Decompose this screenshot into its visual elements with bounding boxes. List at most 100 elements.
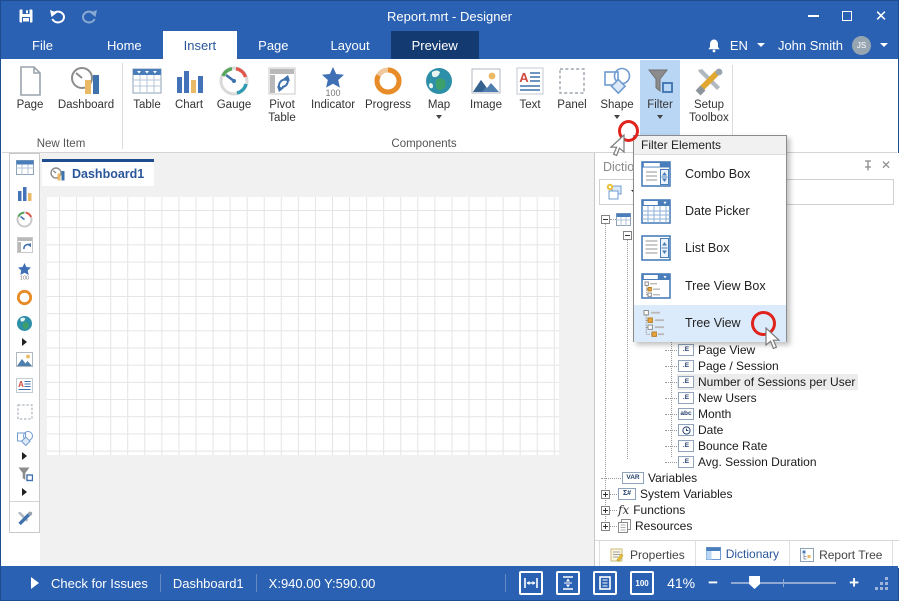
tree-item-field[interactable]: .EPage / Session bbox=[665, 358, 782, 374]
insert-text-button[interactable]: A Text bbox=[510, 60, 550, 136]
menu-item-date-picker[interactable]: Date Picker bbox=[634, 192, 786, 229]
sidebar-progress-button[interactable] bbox=[10, 284, 39, 310]
tree-item-functions[interactable]: fxFunctions bbox=[601, 502, 688, 518]
panel-close-icon[interactable]: ✕ bbox=[881, 158, 891, 172]
insert-filter-button[interactable]: Filter bbox=[640, 60, 680, 136]
close-button[interactable]: ✕ bbox=[864, 1, 898, 31]
tree-item-field[interactable]: .EBounce Rate bbox=[665, 438, 770, 454]
minimize-button[interactable] bbox=[796, 1, 830, 31]
tab-layout[interactable]: Layout bbox=[310, 31, 391, 59]
tree-item-field[interactable]: .EPage View bbox=[665, 342, 758, 358]
new-page-button[interactable]: Page bbox=[7, 60, 53, 136]
check-for-issues-button[interactable]: Check for Issues bbox=[51, 576, 148, 591]
sidebar-flyout-arrow-icon[interactable] bbox=[22, 452, 27, 460]
new-dashboard-button[interactable]: Dashboard bbox=[53, 60, 119, 136]
tree-item-field[interactable]: Date bbox=[665, 422, 726, 438]
menu-item-list-box[interactable]: List Box bbox=[634, 230, 786, 267]
tree-item-field[interactable]: .ENew Users bbox=[665, 390, 760, 406]
sidebar-text-button[interactable]: A bbox=[10, 373, 39, 399]
sidebar-indicator-button[interactable]: 100 bbox=[10, 258, 39, 284]
collapse-expander-icon[interactable] bbox=[623, 231, 632, 240]
status-page-name[interactable]: Dashboard1 bbox=[173, 576, 244, 591]
insert-map-button[interactable]: Map bbox=[416, 60, 462, 136]
undo-icon[interactable] bbox=[49, 8, 66, 24]
sidebar-image-button[interactable] bbox=[10, 347, 39, 373]
language-selector[interactable]: EN bbox=[730, 38, 748, 53]
zoom-whole-page-button[interactable] bbox=[593, 571, 617, 595]
insert-chart-button[interactable]: Chart bbox=[168, 60, 210, 136]
insert-panel-button[interactable]: Panel bbox=[550, 60, 594, 136]
tree-item-variables[interactable]: VARVariables bbox=[601, 470, 700, 486]
expand-expander-icon[interactable] bbox=[601, 490, 610, 499]
insert-indicator-button[interactable]: 100 Indicator bbox=[306, 60, 360, 136]
tab-report-tree[interactable]: Report Tree bbox=[790, 541, 893, 568]
resize-grip[interactable] bbox=[874, 576, 888, 590]
zoom-slider-tick bbox=[783, 579, 784, 587]
designer-window: Report.mrt - Designer ✕ File Home Insert… bbox=[0, 0, 899, 601]
filter-dropdown-arrow-icon[interactable] bbox=[657, 115, 663, 119]
number-field-icon: .E bbox=[678, 392, 694, 404]
collapse-expander-icon[interactable] bbox=[601, 215, 610, 224]
expand-expander-icon[interactable] bbox=[601, 522, 610, 531]
pin-icon[interactable] bbox=[863, 160, 873, 171]
tree-item-table[interactable] bbox=[623, 227, 632, 243]
notifications-bell-icon[interactable] bbox=[707, 38, 721, 53]
zoom-in-button[interactable]: + bbox=[849, 573, 859, 593]
sidebar-filter-button[interactable] bbox=[10, 461, 39, 487]
menu-item-tree-view-box[interactable]: Tree View Box bbox=[634, 267, 786, 304]
menu-item-combo-box[interactable]: Combo Box bbox=[634, 155, 786, 192]
save-icon[interactable] bbox=[18, 8, 34, 24]
user-avatar[interactable]: JS bbox=[852, 36, 871, 55]
sidebar-setup-toolbox-button[interactable] bbox=[10, 506, 39, 532]
expand-expander-icon[interactable] bbox=[601, 506, 610, 515]
dashboard-tab[interactable]: Dashboard1 bbox=[42, 159, 154, 186]
zoom-page-width-button[interactable] bbox=[519, 571, 543, 595]
tree-item-field-selected[interactable]: .ENumber of Sessions per User bbox=[665, 374, 858, 390]
sidebar-panel-button[interactable] bbox=[10, 399, 39, 425]
tab-home[interactable]: Home bbox=[86, 31, 163, 59]
new-item-icon[interactable] bbox=[605, 183, 625, 201]
maximize-button[interactable] bbox=[830, 1, 864, 31]
text-icon: A bbox=[516, 67, 544, 95]
sidebar-gauge-button[interactable] bbox=[10, 206, 39, 232]
tab-properties[interactable]: Properties bbox=[599, 541, 696, 568]
zoom-100-button[interactable]: 100 bbox=[630, 571, 654, 595]
zoom-slider-thumb[interactable] bbox=[749, 576, 760, 589]
sidebar-shape-button[interactable] bbox=[10, 425, 39, 451]
tab-preview[interactable]: Preview bbox=[391, 31, 479, 59]
tree-item-datasource[interactable] bbox=[601, 211, 631, 227]
setup-toolbox-button[interactable]: Setup Toolbox bbox=[680, 60, 738, 136]
insert-gauge-button[interactable]: Gauge bbox=[210, 60, 258, 136]
tree-item-resources[interactable]: Resources bbox=[601, 518, 695, 534]
check-issues-play-icon[interactable] bbox=[31, 577, 39, 589]
tab-file[interactable]: File bbox=[11, 31, 74, 59]
user-name[interactable]: John Smith bbox=[778, 38, 843, 53]
redo-icon[interactable] bbox=[81, 8, 98, 24]
tab-dictionary[interactable]: Dictionary bbox=[696, 541, 790, 568]
design-canvas: Dashboard1 bbox=[40, 153, 594, 568]
tab-page[interactable]: Page bbox=[237, 31, 309, 59]
insert-pivot-table-button[interactable]: Pivot Table bbox=[258, 60, 306, 136]
tree-item-field[interactable]: abcMonth bbox=[665, 406, 734, 422]
sidebar-map-button[interactable] bbox=[10, 310, 39, 336]
sidebar-pivot-table-button[interactable] bbox=[10, 232, 39, 258]
map-dropdown-arrow-icon[interactable] bbox=[436, 115, 442, 119]
insert-progress-button[interactable]: Progress bbox=[360, 60, 416, 136]
sidebar-flyout-arrow-icon[interactable] bbox=[22, 488, 27, 496]
tree-item-field[interactable]: .EAvg. Session Duration bbox=[665, 454, 820, 470]
language-caret-icon[interactable] bbox=[757, 43, 765, 47]
user-menu-caret-icon[interactable] bbox=[880, 43, 888, 47]
tab-insert[interactable]: Insert bbox=[163, 31, 238, 59]
zoom-slider[interactable] bbox=[731, 582, 836, 584]
sidebar-table-button[interactable] bbox=[10, 154, 39, 180]
insert-image-button[interactable]: Image bbox=[462, 60, 510, 136]
sidebar-flyout-arrow-icon[interactable] bbox=[22, 338, 27, 346]
tree-item-system-variables[interactable]: Σ#System Variables bbox=[601, 486, 735, 502]
number-field-icon: .E bbox=[678, 440, 694, 452]
sidebar-chart-button[interactable] bbox=[10, 180, 39, 206]
shape-dropdown-arrow-icon[interactable] bbox=[614, 115, 620, 119]
dashboard-page-grid[interactable] bbox=[47, 197, 559, 455]
zoom-out-button[interactable]: − bbox=[708, 573, 718, 593]
zoom-page-height-button[interactable] bbox=[556, 571, 580, 595]
insert-table-button[interactable]: Table bbox=[126, 60, 168, 136]
